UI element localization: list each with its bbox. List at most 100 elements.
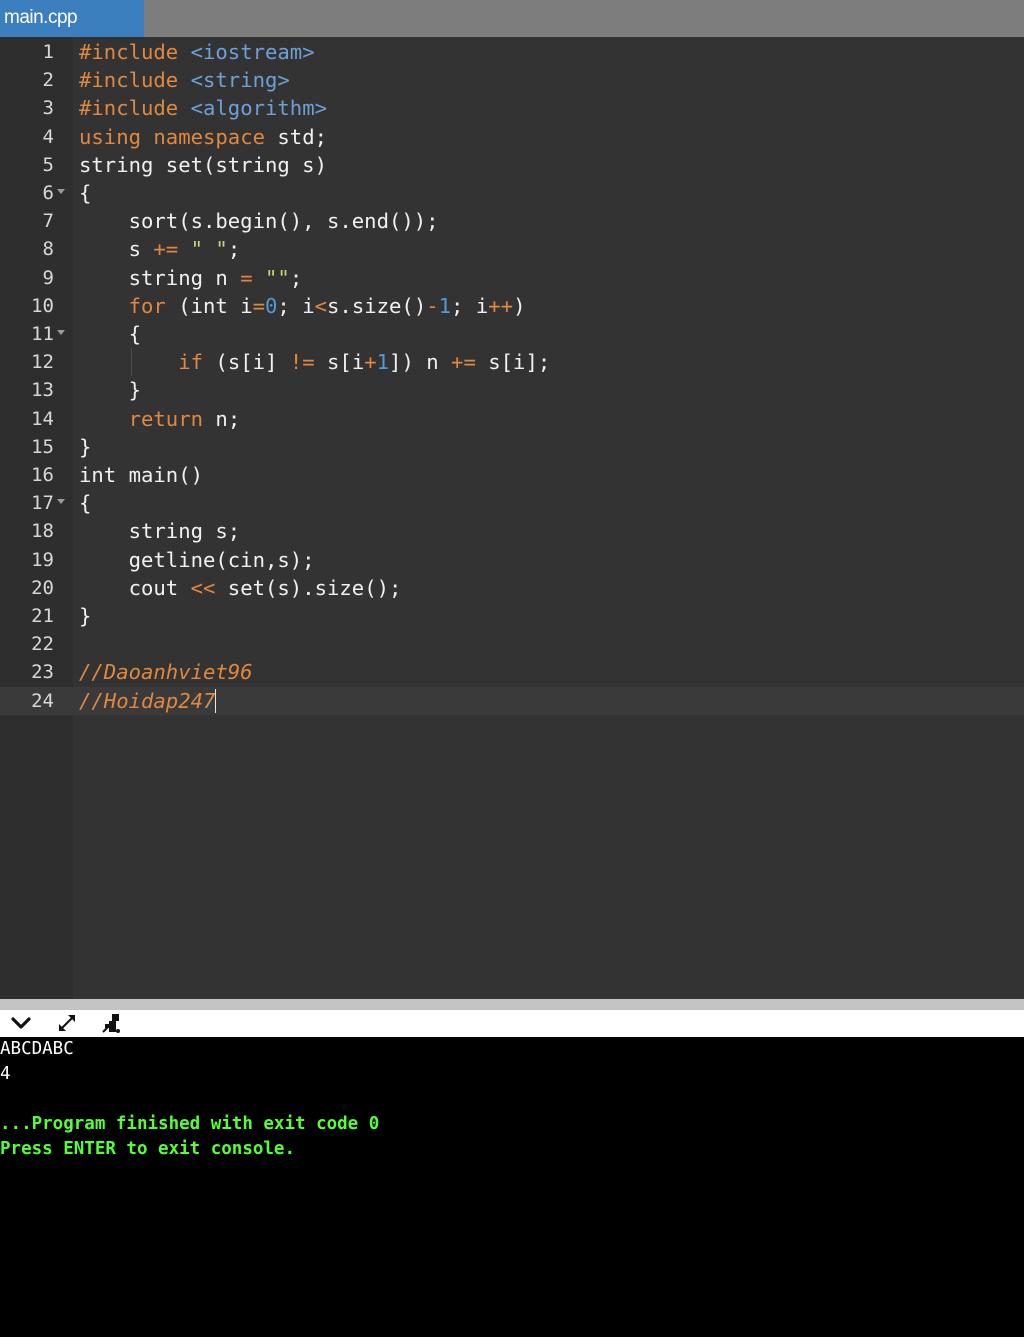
fold-arrow-icon[interactable]	[57, 499, 65, 505]
code-text: if (s[i] != s[i+1]) n += s[i];	[79, 348, 550, 376]
tab-main-cpp[interactable]: main.cpp	[0, 0, 144, 37]
code-token: string set(string s)	[79, 152, 327, 177]
code-token: string s;	[79, 519, 241, 544]
code-line[interactable]: 1 #include <iostream>	[0, 38, 1024, 66]
code-line[interactable]: 21}	[0, 602, 1024, 630]
code-line[interactable]: 14 return n;	[0, 405, 1024, 433]
code-token: (s[i]	[203, 350, 290, 375]
chevron-down-icon[interactable]	[8, 1012, 34, 1034]
console-output[interactable]: ABCDABC 4 ...Program finished with exit …	[0, 1037, 1024, 1337]
code-line[interactable]: 2 #include <string>	[0, 66, 1024, 94]
code-text: //Hoidap247	[79, 687, 217, 715]
fold-arrow-icon[interactable]	[57, 330, 65, 335]
code-text: #include <iostream>	[79, 38, 315, 66]
clear-console-icon[interactable]	[98, 1012, 124, 1034]
console-input-echo: ABCDABC	[0, 1039, 74, 1059]
code-token: #include	[79, 68, 179, 93]
code-token: ""	[265, 265, 290, 290]
code-line[interactable]: 17 {	[0, 489, 1024, 517]
code-line[interactable]: 8 s += " ";	[0, 235, 1024, 263]
code-token: cout	[79, 575, 191, 600]
code-token: +=	[153, 237, 179, 262]
code-token: -	[426, 293, 439, 318]
code-text: cout << set(s).size();	[79, 574, 402, 602]
code-text: {	[79, 320, 141, 348]
code-line[interactable]: 16 int main()	[0, 461, 1024, 489]
line-number: 20	[31, 576, 54, 599]
line-number: 7	[42, 210, 54, 233]
code-token: using	[79, 124, 141, 149]
code-line[interactable]: 10 for (int i=0; i<s.size()-1; i++)	[0, 292, 1024, 320]
code-token: int main()	[79, 463, 203, 487]
code-token: }	[79, 434, 92, 459]
code-line[interactable]: 12 if (s[i] != s[i+1]) n += s[i];	[0, 348, 1024, 377]
code-text: using namespace std;	[79, 123, 327, 151]
console-result: 4	[0, 1064, 11, 1084]
line-number: 15	[31, 435, 54, 458]
code-token: <<	[190, 575, 216, 600]
text-cursor	[215, 688, 217, 713]
code-token: }	[79, 378, 141, 403]
code-token: std;	[265, 124, 327, 149]
code-line[interactable]: 5 string set(string s)	[0, 151, 1024, 179]
code-token: 1	[376, 350, 390, 375]
code-editor[interactable]: 1 #include <iostream> 2 #include <string> 3 #…	[0, 37, 1024, 999]
code-line[interactable]: 13 }	[0, 376, 1024, 404]
code-line[interactable]: 18 string s;	[0, 517, 1024, 545]
code-token: ]) n	[389, 350, 452, 375]
code-line[interactable]: 9 string n = "";	[0, 264, 1024, 292]
code-token: }	[79, 604, 92, 628]
code-text: string n = "";	[79, 264, 303, 292]
code-token: set(s).size();	[215, 575, 402, 600]
code-line[interactable]: 15}	[0, 433, 1024, 461]
code-text: {	[79, 179, 91, 207]
code-token: s	[79, 237, 154, 262]
code-line[interactable]: 22	[0, 630, 1024, 658]
code-token: <algorithm>	[190, 96, 327, 121]
code-token: return	[128, 406, 204, 431]
code-token: 0	[265, 293, 278, 318]
code-token: +	[364, 350, 377, 375]
fold-arrow-icon[interactable]	[57, 189, 65, 194]
code-token: #include	[79, 96, 179, 121]
code-token: sort(s.begin(), s.end());	[79, 209, 439, 234]
code-token: 1	[438, 293, 452, 318]
console-press-enter-message: Press ENTER to exit console.	[0, 1139, 296, 1159]
code-line[interactable]: 23 //Daoanhviet96	[0, 658, 1024, 686]
expand-icon[interactable]	[54, 1012, 80, 1034]
code-line[interactable]: 11 {	[0, 320, 1024, 348]
code-text: }	[79, 433, 91, 461]
code-text: sort(s.begin(), s.end());	[79, 207, 439, 235]
code-token: ++	[488, 293, 514, 318]
console-exit-message: ...Program finished with exit code 0	[0, 1114, 380, 1134]
code-line[interactable]: 24 //Hoidap247	[0, 686, 1024, 715]
code-line[interactable]: 4 using namespace std;	[0, 123, 1024, 151]
code-line[interactable]: 3 #include <algorithm>	[0, 94, 1024, 122]
line-number: 13	[31, 379, 54, 402]
code-token: (int i	[165, 293, 253, 318]
code-token: )	[513, 293, 526, 318]
code-token: if	[178, 350, 204, 375]
code-token: s.size()	[327, 293, 427, 318]
code-line[interactable]: 20 cout << set(s).size();	[0, 574, 1024, 602]
code-text: #include <string>	[79, 66, 290, 94]
code-line[interactable]: 6{	[0, 179, 1024, 207]
code-token: //Hoidap247	[79, 688, 216, 713]
code-token: for	[128, 293, 166, 318]
code-line[interactable]: 19 getline(cin,s);	[0, 546, 1024, 574]
code-line[interactable]: 7 sort(s.begin(), s.end());	[0, 207, 1024, 235]
line-number: 8	[42, 238, 54, 261]
code-token: ; i	[277, 293, 315, 318]
code-token: !=	[289, 350, 315, 375]
line-number: 21	[31, 605, 54, 627]
panel-splitter[interactable]	[0, 999, 1024, 1010]
code-token: namespace	[153, 124, 265, 149]
code-token: s[i	[314, 350, 365, 375]
code-text: #include <algorithm>	[79, 94, 327, 122]
code-token: <	[314, 293, 328, 318]
line-number: 2	[42, 69, 54, 92]
